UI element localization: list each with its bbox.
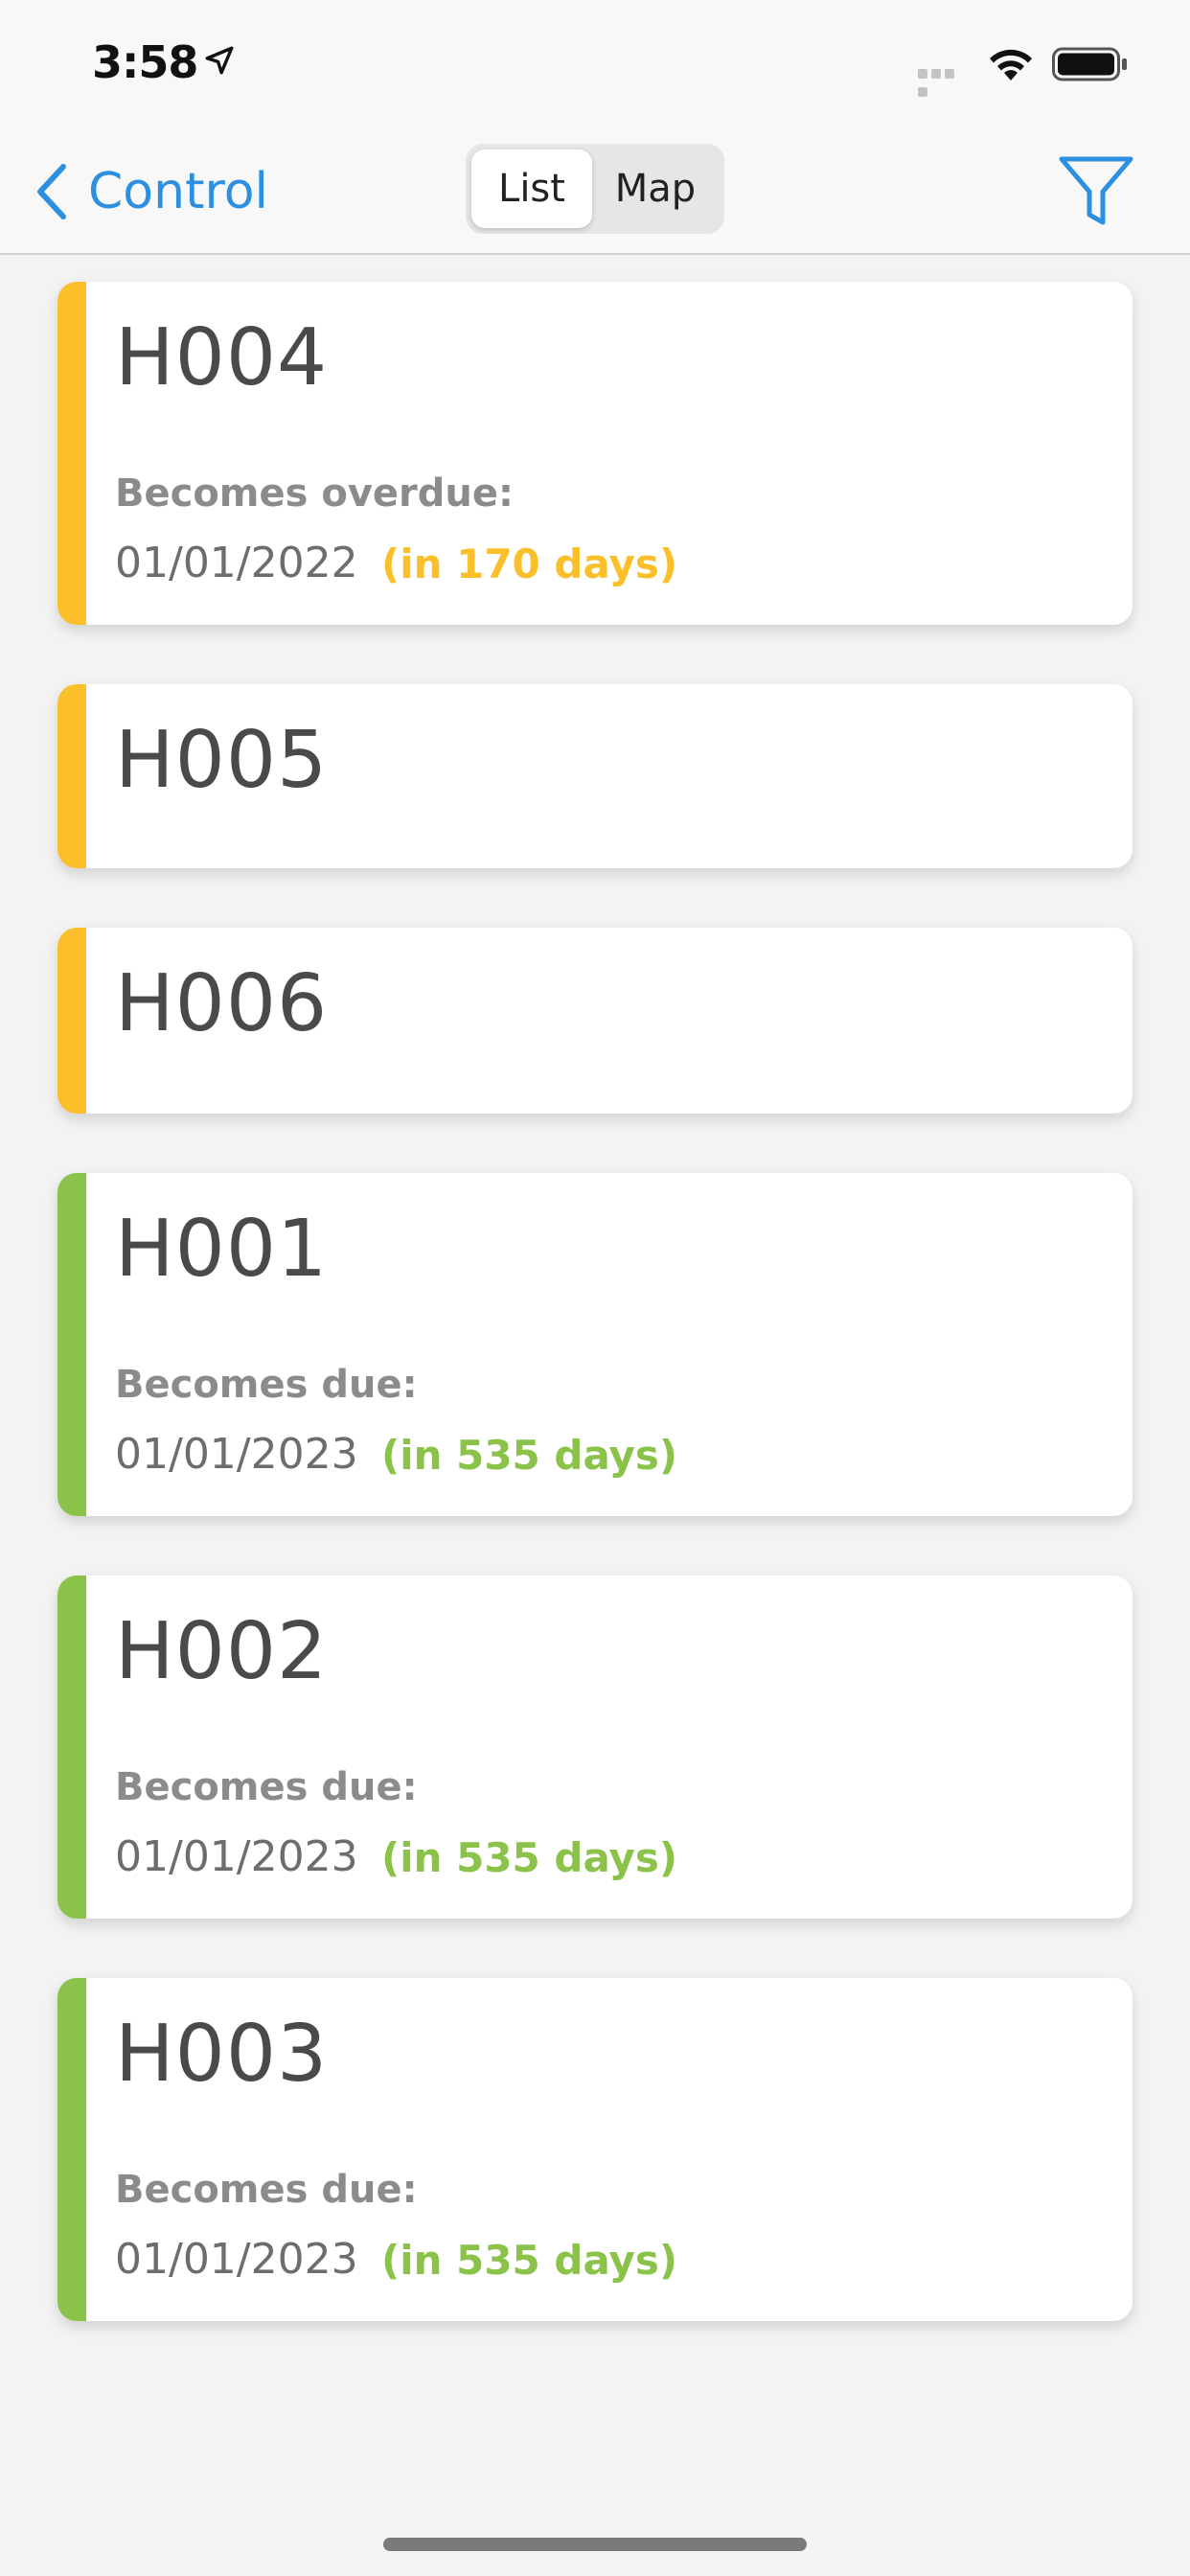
location-arrow-icon <box>205 46 234 75</box>
status-stripe <box>57 928 86 1114</box>
card-title: H003 <box>115 2009 329 2100</box>
card-title: H001 <box>115 1204 329 1295</box>
card-h001[interactable]: H001 Becomes due: 01/01/2023 (in 535 day… <box>57 1173 1133 1516</box>
relative-days: (in 535 days) <box>381 1834 678 1881</box>
card-h004[interactable]: H004 Becomes overdue: 01/01/2022 (in 170… <box>57 282 1133 625</box>
card-title: H002 <box>115 1606 329 1697</box>
status-stripe <box>57 684 86 868</box>
relative-days: (in 170 days) <box>381 540 678 587</box>
segment-map[interactable]: Map <box>592 150 719 228</box>
due-date: 01/01/2023 <box>115 1832 358 1881</box>
status-time: 3:58 <box>92 36 198 88</box>
card-h006[interactable]: H006 <box>57 928 1133 1114</box>
due-date: 01/01/2022 <box>115 539 358 587</box>
due-label: Becomes due: <box>115 1363 418 1407</box>
card-h003[interactable]: H003 Becomes due: 01/01/2023 (in 535 day… <box>57 1978 1133 2321</box>
card-title: H006 <box>115 958 329 1049</box>
card-h002[interactable]: H002 Becomes due: 01/01/2023 (in 535 day… <box>57 1576 1133 1919</box>
back-label: Control <box>88 163 268 220</box>
due-label: Becomes due: <box>115 1765 418 1809</box>
chevron-left-icon <box>37 164 66 219</box>
status-stripe <box>57 1173 86 1516</box>
card-h005[interactable]: H005 <box>57 684 1133 868</box>
segment-list[interactable]: List <box>471 150 592 228</box>
status-stripe <box>57 1978 86 2321</box>
relative-days: (in 535 days) <box>381 1432 678 1479</box>
view-segmented-control: List Map <box>466 144 724 234</box>
card-title: H004 <box>115 312 329 403</box>
filter-icon[interactable] <box>1054 148 1138 232</box>
cellular-signal-icon <box>918 69 970 97</box>
relative-days: (in 535 days) <box>381 2237 678 2284</box>
status-stripe <box>57 282 86 625</box>
due-date: 01/01/2023 <box>115 1430 358 1479</box>
wifi-icon <box>990 49 1032 80</box>
due-label: Becomes due: <box>115 2168 418 2212</box>
back-button[interactable]: Control <box>34 153 268 230</box>
status-bar: 3:58 <box>0 0 1190 126</box>
battery-icon <box>1052 47 1127 81</box>
status-stripe <box>57 1576 86 1919</box>
due-label: Becomes overdue: <box>115 472 514 516</box>
navigation-bar: Control List Map <box>0 126 1190 255</box>
home-indicator[interactable] <box>383 2538 807 2551</box>
due-date: 01/01/2023 <box>115 2235 358 2284</box>
card-title: H005 <box>115 715 329 806</box>
